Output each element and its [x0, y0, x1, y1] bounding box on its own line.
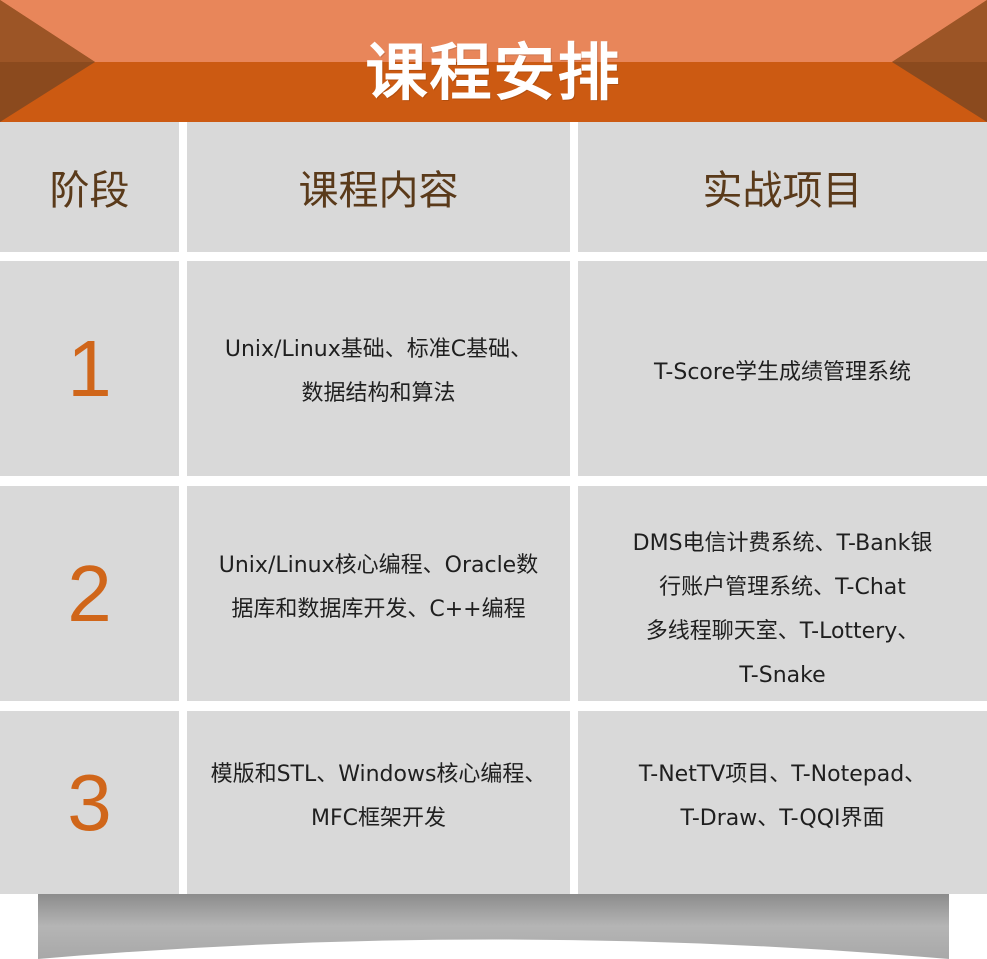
content-line: Unix/Linux基础、标准C基础、: [224, 336, 533, 362]
header-content-label: 课程内容: [298, 168, 459, 214]
content-cell-3: 模版和STL、Windows核心编程、 MFC框架开发: [187, 711, 570, 894]
content-line: Unix/Linux核心编程、Oracle数: [218, 553, 539, 578]
project-text: T-NetTV项目、T-Notepad、 T-Draw、T-QQI界面: [629, 753, 936, 841]
content-cell-1: Unix/Linux基础、标准C基础、 数据结构和算法: [187, 261, 570, 476]
header-stage-label: 阶段: [49, 168, 130, 214]
project-text: T-Score学生成绩管理系统: [644, 351, 921, 395]
course-schedule-page: 课程安排 阶段 课程内容 实战项目 1 Unix/Linux基础、标准C基础、 …: [0, 0, 987, 959]
stage-number: 1: [67, 323, 112, 413]
project-cell-3: T-NetTV项目、T-Notepad、 T-Draw、T-QQI界面: [578, 711, 987, 894]
content-text: 模版和STL、Windows核心编程、 MFC框架开发: [201, 753, 557, 841]
content-line: 模版和STL、Windows核心编程、: [210, 762, 547, 787]
stage-cell-2: 2: [0, 486, 179, 701]
bottom-curve-shape: [38, 894, 949, 959]
stage-cell-3: 3: [0, 711, 179, 894]
project-line: T-Snake: [739, 663, 826, 688]
content-text: Unix/Linux基础、标准C基础、 数据结构和算法: [215, 328, 542, 416]
page-title: 课程安排: [365, 36, 622, 109]
project-line: T-NetTV项目、T-Notepad、: [638, 762, 927, 787]
header-project: 实战项目: [578, 122, 987, 252]
project-line: T-Score学生成绩管理系统: [654, 359, 911, 385]
bottom-decoration: [0, 880, 987, 959]
content-line: MFC框架开发: [311, 806, 446, 831]
project-cell-1: T-Score学生成绩管理系统: [578, 261, 987, 476]
project-line: 行账户管理系统、T-Chat: [659, 575, 906, 600]
project-line: T-Draw、T-QQI界面: [680, 806, 885, 831]
title-banner: 课程安排: [0, 0, 987, 122]
content-cell-2: Unix/Linux核心编程、Oracle数 据库和数据库开发、C++编程: [187, 486, 570, 701]
stage-cell-1: 1: [0, 261, 179, 476]
header-stage: 阶段: [0, 122, 179, 252]
project-line: 多线程聊天室、T-Lottery、: [645, 619, 920, 644]
content-text: Unix/Linux核心编程、Oracle数 据库和数据库开发、C++编程: [209, 544, 548, 632]
project-line: DMS电信计费系统、T-Bank银: [632, 531, 933, 556]
stage-number: 3: [67, 757, 112, 847]
header-project-label: 实战项目: [702, 168, 863, 214]
stage-number: 2: [67, 548, 112, 638]
project-text: DMS电信计费系统、T-Bank银 行账户管理系统、T-Chat 多线程聊天室、…: [623, 522, 943, 698]
header-content: 课程内容: [187, 122, 570, 252]
content-line: 数据结构和算法: [301, 380, 456, 406]
project-cell-2: DMS电信计费系统、T-Bank银 行账户管理系统、T-Chat 多线程聊天室、…: [578, 486, 987, 701]
content-line: 据库和数据库开发、C++编程: [231, 597, 526, 622]
